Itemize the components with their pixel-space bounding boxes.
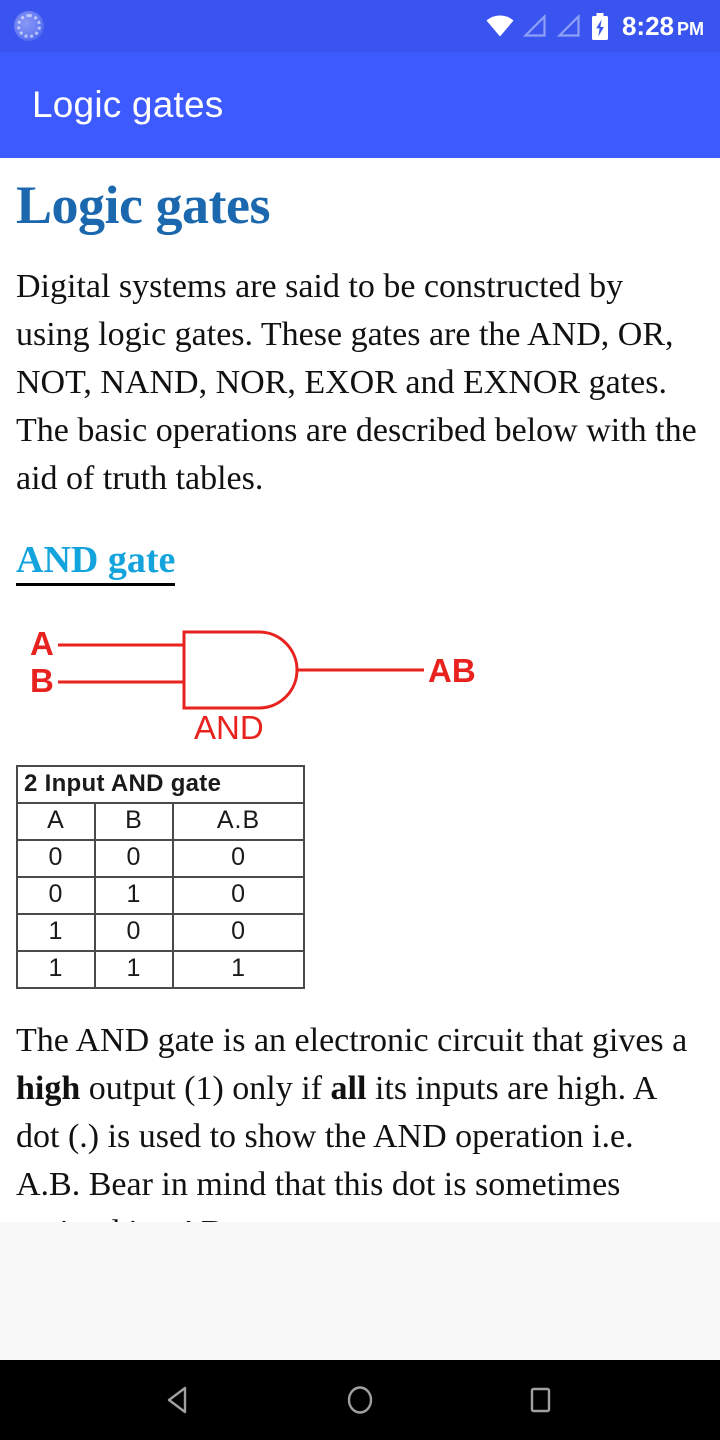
and-gate-description: The AND gate is an electronic circuit th… [16, 1017, 704, 1222]
page-title: Logic gates [16, 175, 270, 235]
cell-b: 1 [94, 950, 174, 990]
article-body: Logic gates Digital systems are said to … [0, 158, 720, 1222]
cell-b: 0 [94, 839, 174, 879]
truth-table-caption-row: 2 Input AND gate [15, 765, 306, 805]
app-bar: Logic gates [0, 52, 720, 158]
truth-table-col-a: A [16, 802, 96, 842]
and-gate-diagram: A B AND AB [16, 616, 536, 741]
android-nav-bar [0, 1360, 720, 1440]
cell-ab: 1 [171, 950, 306, 990]
home-circle-icon [343, 1383, 377, 1417]
signal-empty-icon [556, 14, 582, 38]
truth-table-col-b: B [94, 802, 174, 842]
signal-empty-icon [522, 14, 548, 38]
phone-screen: 8:28 PM Logic gates Logic gates Digital s… [0, 0, 720, 1440]
nav-back-button[interactable] [90, 1360, 270, 1440]
truth-table: 2 Input AND gate A B A.B 0 0 0 0 1 0 1 0… [15, 765, 306, 990]
wifi-icon [486, 15, 514, 37]
table-row: 0 0 0 [16, 839, 306, 879]
table-row: 1 0 0 [16, 913, 306, 953]
cell-a: 0 [16, 839, 96, 879]
gate-input-a-label: A [30, 625, 54, 662]
gate-output-label: AB [428, 652, 476, 689]
cell-b: 0 [94, 913, 174, 953]
app-bar-title: Logic gates [32, 84, 224, 125]
desc-bold-all: all [330, 1070, 367, 1108]
intro-paragraph: Digital systems are said to be construct… [16, 268, 697, 498]
table-row: 0 1 0 [16, 876, 306, 916]
gate-input-b-label: B [30, 662, 54, 699]
clock-meridiem: PM [677, 18, 704, 39]
cell-ab: 0 [171, 876, 306, 916]
status-bar-clock: 8:28 PM [622, 11, 704, 42]
truth-table-caption: 2 Input AND gate [15, 765, 306, 805]
desc-part-1: The AND gate is an electronic circuit th… [16, 1022, 688, 1060]
table-row: 1 1 1 [16, 950, 306, 990]
truth-table-col-ab: A.B [171, 802, 306, 842]
back-triangle-icon [163, 1383, 197, 1417]
gate-type-label: AND [194, 709, 264, 741]
page-background-filler [0, 1222, 720, 1360]
truth-table-header-row: A B A.B [16, 802, 306, 842]
desc-part-2: output (1) only if [80, 1070, 331, 1108]
cell-ab: 0 [171, 839, 306, 879]
webview-content[interactable]: Logic gates Digital systems are said to … [0, 158, 720, 1222]
nav-home-button[interactable] [270, 1360, 450, 1440]
nav-recents-button[interactable] [450, 1360, 630, 1440]
and-gate-section-link[interactable]: AND gate [16, 539, 176, 587]
desc-bold-high: high [16, 1070, 81, 1108]
cell-a: 1 [16, 913, 96, 953]
cell-b: 1 [94, 876, 174, 916]
status-bar: 8:28 PM [0, 0, 720, 52]
clock-time: 8:28 [621, 10, 674, 41]
cell-a: 0 [16, 876, 96, 916]
status-bar-left [14, 11, 486, 41]
cell-ab: 0 [171, 913, 306, 953]
cell-a: 1 [16, 950, 96, 990]
recents-square-icon [523, 1383, 557, 1417]
status-bar-right: 8:28 PM [486, 11, 704, 42]
sync-spinner-icon [14, 11, 44, 41]
battery-charging-icon [591, 12, 609, 40]
